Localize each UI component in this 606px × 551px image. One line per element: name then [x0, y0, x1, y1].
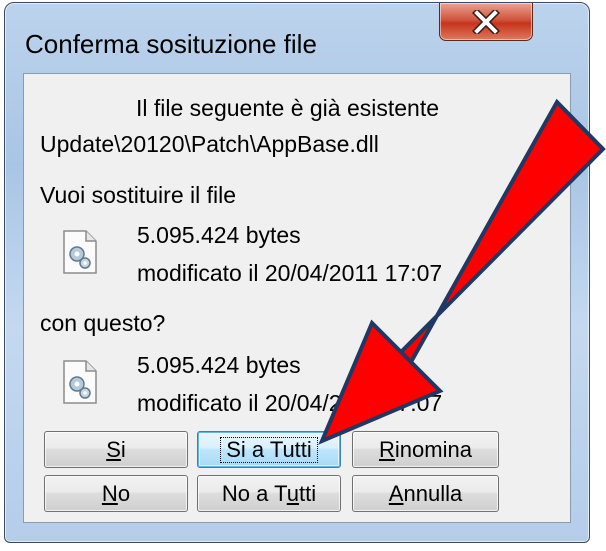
- config-file-icon: [63, 230, 97, 274]
- yes-to-all-button[interactable]: Si a Tutti: [197, 431, 341, 468]
- dialog-window: Conferma sosituzione file Il file seguen…: [4, 2, 590, 543]
- with-question: con questo?: [40, 310, 166, 336]
- new-file-size: 5.095.424 bytes: [137, 352, 301, 378]
- window-title: Conferma sosituzione file: [25, 29, 317, 59]
- no-button[interactable]: No: [44, 475, 188, 512]
- no-to-all-button[interactable]: No a Tutti: [197, 475, 341, 512]
- replace-question: Vuoi sostituire il file: [40, 182, 237, 208]
- exists-message: Il file seguente è già esistente: [136, 95, 440, 121]
- rename-button[interactable]: Rinomina: [352, 431, 499, 468]
- existing-file-modified: modificato il 20/04/2011 17:07: [137, 260, 443, 286]
- new-file-modified: modificato il 20/04/2011 17:07: [137, 390, 443, 416]
- cancel-button[interactable]: Annulla: [352, 475, 499, 512]
- title-bar[interactable]: Conferma sosituzione file: [5, 3, 589, 71]
- file-path: Update\20120\Patch\AppBase.dll: [40, 131, 379, 157]
- message-panel: Il file seguente è già esistente Update\…: [34, 84, 560, 416]
- existing-file-size: 5.095.424 bytes: [137, 222, 301, 248]
- dialog-client-area: Il file seguente è già esistente Update\…: [23, 73, 571, 523]
- yes-button[interactable]: Si: [44, 431, 188, 468]
- close-icon: [472, 9, 500, 34]
- config-file-icon: [63, 360, 97, 404]
- close-button[interactable]: [439, 3, 533, 41]
